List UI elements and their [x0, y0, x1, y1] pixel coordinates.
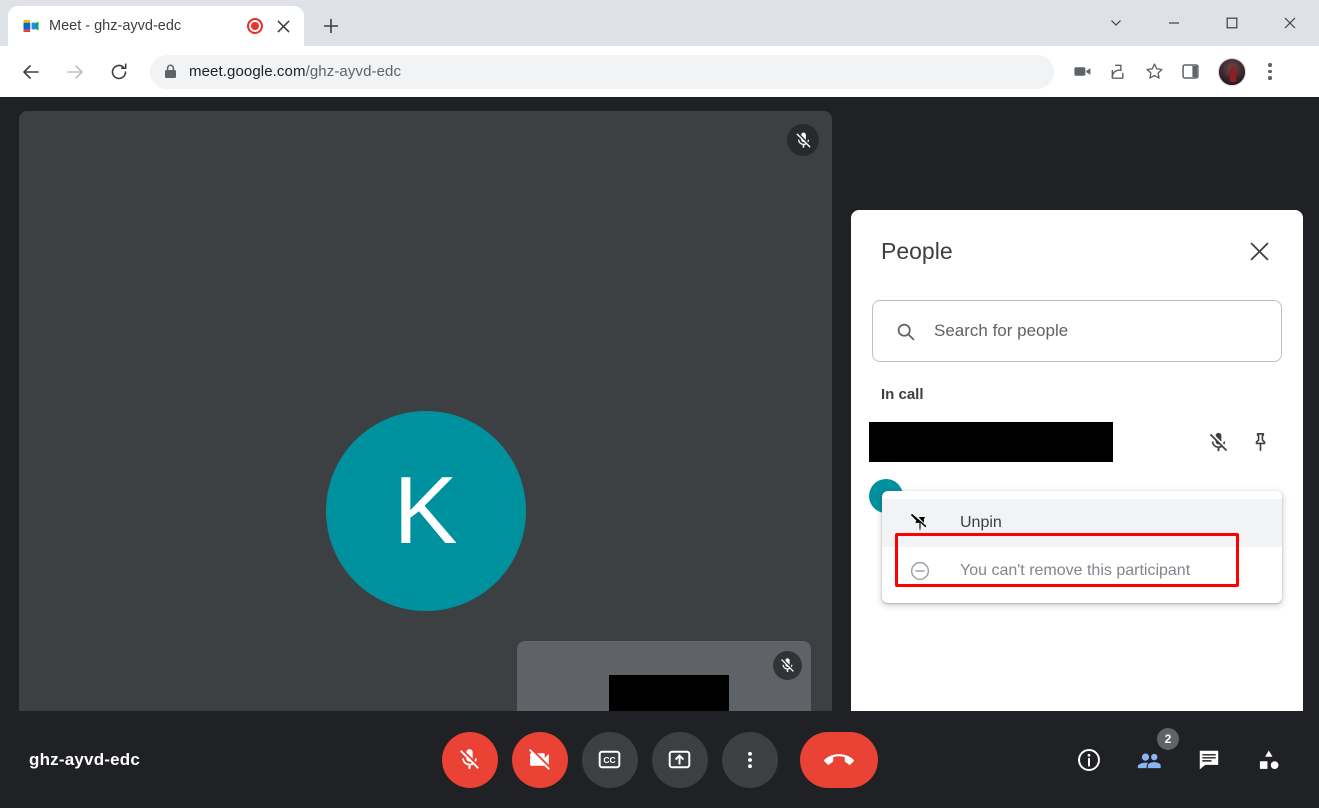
remove-disabled-icon [908, 560, 932, 582]
reload-arrow-icon[interactable] [102, 55, 136, 89]
leave-call-button[interactable] [799, 731, 878, 788]
search-placeholder: Search for people [934, 321, 1069, 340]
main-video-tile[interactable]: K You [19, 111, 832, 808]
participant-row[interactable] [851, 415, 1303, 469]
meet-right-controls: 2 [1065, 727, 1293, 784]
present-now-button[interactable] [651, 731, 708, 788]
show-everyone-button[interactable]: 2 [1125, 727, 1179, 784]
bookmark-star-icon[interactable] [1138, 56, 1170, 88]
captions-toggle-button[interactable]: CC [581, 731, 638, 788]
svg-text:CC: CC [603, 755, 615, 765]
self-view-mic-off-icon [773, 651, 802, 680]
participant-avatar: K [325, 411, 526, 611]
meeting-details-button[interactable] [1065, 736, 1113, 784]
url-path: /ghz-ayvd-edc [305, 63, 402, 80]
window-maximize-button[interactable] [1203, 0, 1261, 46]
tab-strip: Meet - ghz-ayvd-edc [0, 0, 1319, 46]
url-text: meet.google.com/ghz-ayvd-edc [189, 63, 401, 80]
browser-chrome: Meet - ghz-ayvd-edc meet.google.com/ghz-… [0, 0, 1319, 97]
new-tab-button[interactable] [314, 9, 348, 43]
window-controls [1087, 0, 1319, 46]
menu-item-label: You can't remove this participant [960, 562, 1191, 579]
call-controls: CC [441, 731, 878, 788]
camera-toggle-button[interactable] [511, 731, 568, 788]
window-minimize-button[interactable] [1145, 0, 1203, 46]
search-icon [895, 321, 916, 342]
close-icon[interactable] [1241, 233, 1277, 269]
tab-close-icon[interactable] [272, 15, 294, 37]
browser-toolbar: meet.google.com/ghz-ayvd-edc [0, 46, 1319, 97]
google-meet-favicon [22, 17, 40, 35]
people-panel-header: People [851, 210, 1303, 292]
search-input[interactable]: Search for people [872, 300, 1282, 362]
activities-button[interactable] [1245, 736, 1293, 784]
side-panel-icon[interactable] [1174, 56, 1206, 88]
meeting-code-label: ghz-ayvd-edc [29, 749, 141, 769]
back-arrow-icon[interactable] [14, 55, 48, 89]
microphone-toggle-button[interactable] [441, 731, 498, 788]
avatar-initial: K [393, 457, 458, 564]
forward-arrow-icon[interactable] [58, 55, 92, 89]
in-call-section-label: In call [881, 386, 924, 403]
window-collapse-button[interactable] [1087, 0, 1145, 46]
video-camera-icon[interactable] [1066, 56, 1098, 88]
profile-avatar[interactable] [1218, 57, 1246, 86]
meet-bottom-bar: ghz-ayvd-edc CC 2 [0, 711, 1319, 808]
url-host: meet.google.com [189, 63, 306, 80]
people-panel-title: People [881, 237, 953, 264]
participant-count-badge: 2 [1157, 727, 1179, 750]
participant-name-redaction [869, 422, 1113, 462]
google-meet-app: K You People [0, 97, 1319, 808]
participant-context-menu: Unpin You can't remove this participant [882, 491, 1282, 603]
browser-tab[interactable]: Meet - ghz-ayvd-edc [8, 6, 304, 46]
stage-mic-off-icon [787, 124, 819, 156]
address-bar[interactable]: meet.google.com/ghz-ayvd-edc [150, 54, 1054, 89]
tab-title: Meet - ghz-ayvd-edc [49, 18, 182, 34]
participant-pin-icon[interactable] [1239, 421, 1281, 463]
window-close-button[interactable] [1261, 0, 1319, 46]
menu-item-remove-participant: You can't remove this participant [882, 547, 1282, 595]
chat-button[interactable] [1185, 736, 1233, 784]
menu-item-unpin[interactable]: Unpin [882, 499, 1282, 547]
menu-item-label: Unpin [960, 514, 1002, 531]
share-icon[interactable] [1102, 56, 1134, 88]
more-options-button[interactable] [721, 731, 778, 788]
chrome-menu-kebab-icon[interactable] [1256, 56, 1284, 88]
lock-icon [164, 64, 177, 79]
recording-dot-icon [247, 18, 263, 34]
participant-mic-off-icon[interactable] [1197, 421, 1239, 463]
unpin-icon [908, 512, 932, 534]
